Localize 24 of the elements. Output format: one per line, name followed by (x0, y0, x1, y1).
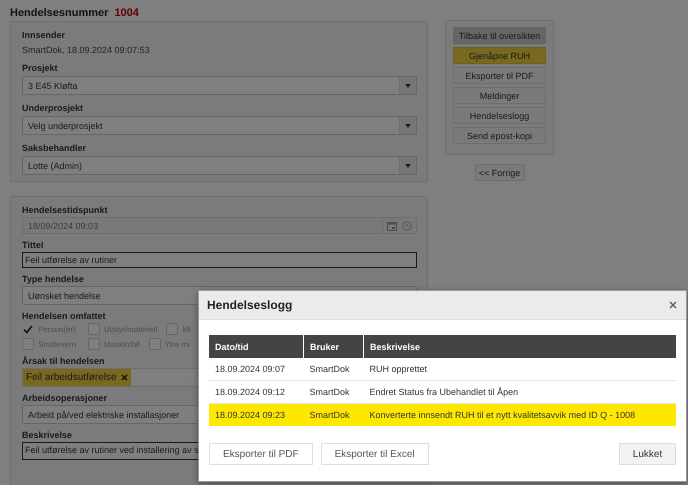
column-header: Beskrivelse (364, 335, 676, 358)
field-label: Type hendelse (22, 274, 85, 284)
table-cell: 18.09.2024 09:23 (209, 404, 304, 426)
field-label: Innsender (22, 30, 66, 40)
field-label: Arbeidsoperasjoner (22, 393, 108, 403)
submitter-text: SmartDok, 18.09.2024 09:07:53 (22, 45, 151, 55)
field-label: Tittel (22, 240, 44, 250)
event-number: 1004 (114, 7, 139, 21)
field-label: Hendelsen omfattet (22, 311, 107, 321)
table-cell: Konverterte innsendt RUH til et nytt kvalitetsavvik med ID Q - 1008 (364, 404, 676, 426)
page-title: Hendelsesnummer (10, 7, 108, 21)
field-label: Saksbehandler (22, 143, 88, 153)
field-label: Hendelsestidspunkt (22, 205, 109, 215)
column-header: Bruker (304, 335, 364, 358)
dialog-title: Hendelseslogg (207, 298, 292, 312)
column-header: Dato/tid (209, 335, 304, 358)
field-label: Årsak til hendelsen (22, 356, 106, 366)
table-cell: 18.09.2024 09:07 (209, 358, 304, 380)
field-label: Beskrivelse (22, 430, 74, 440)
field-label: Prosjekt (22, 63, 59, 73)
table-cell: SmartDok (304, 404, 364, 426)
table-cell: SmartDok (304, 358, 364, 380)
field-label: Underprosjekt (22, 103, 84, 113)
table-cell: RUH opprettet (364, 358, 676, 380)
